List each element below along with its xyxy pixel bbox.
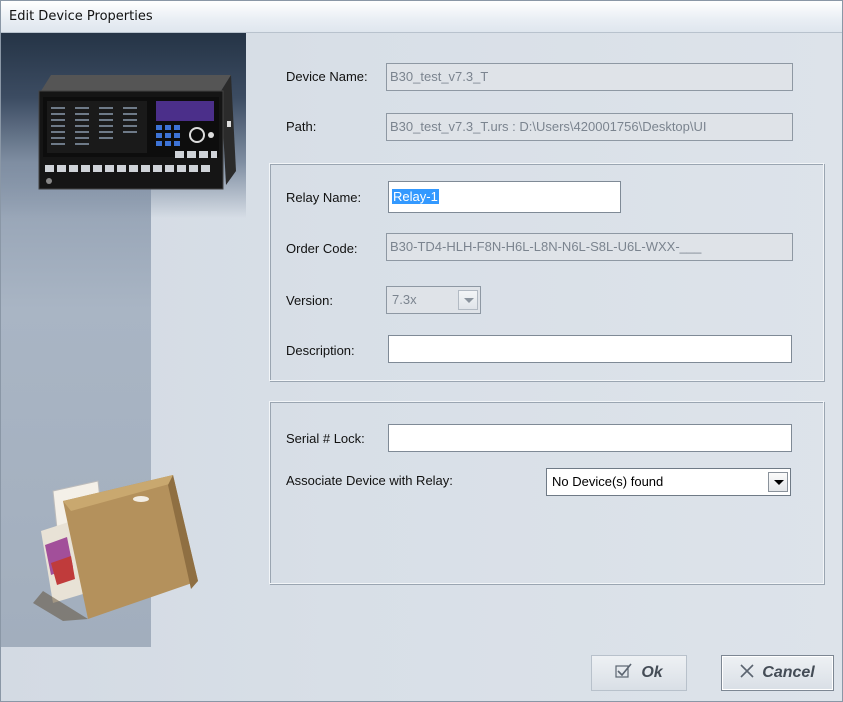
version-value: 7.3x [392, 292, 417, 307]
relay-name-value: Relay-1 [392, 189, 439, 204]
relay-name-label: Relay Name: [286, 190, 362, 205]
folder-image [33, 475, 198, 621]
ok-label: Ok [641, 664, 663, 681]
cancel-label: Cancel [762, 664, 815, 681]
serial-lock-input[interactable] [388, 424, 792, 452]
description-label: Description: [286, 343, 355, 358]
ok-button[interactable]: Ok [591, 655, 687, 691]
close-icon [740, 663, 754, 683]
associate-device-label: Associate Device with Relay: [286, 473, 453, 488]
order-code-field[interactable]: B30-TD4-HLH-F8N-H6L-L8N-N6L-S8L-U6L-WXX-… [386, 233, 793, 261]
path-field[interactable]: B30_test_v7.3_T.urs : D:\Users\420001756… [386, 113, 793, 141]
path-label: Path: [286, 119, 317, 134]
relay-device-image [38, 75, 236, 190]
window-title: Edit Device Properties [9, 9, 153, 24]
device-name-field[interactable]: B30_test_v7.3_T [386, 63, 793, 91]
description-input[interactable] [388, 335, 792, 363]
order-code-label: Order Code: [286, 241, 358, 256]
check-icon [615, 662, 633, 684]
cancel-button[interactable]: Cancel [721, 655, 834, 691]
associate-device-select[interactable]: No Device(s) found [546, 468, 791, 496]
associate-device-value: No Device(s) found [552, 474, 664, 489]
relay-name-input[interactable]: Relay-1 [388, 181, 621, 213]
serial-lock-label: Serial # Lock: [286, 431, 365, 446]
chevron-down-icon[interactable] [768, 472, 788, 492]
title-bar[interactable]: Edit Device Properties [1, 1, 842, 33]
version-select[interactable]: 7.3x [386, 286, 481, 314]
chevron-down-icon[interactable] [458, 290, 478, 310]
version-label: Version: [286, 293, 333, 308]
device-name-label: Device Name: [286, 69, 368, 84]
edit-device-properties-dialog: Edit Device Properties Device Name: B30_… [0, 0, 843, 702]
